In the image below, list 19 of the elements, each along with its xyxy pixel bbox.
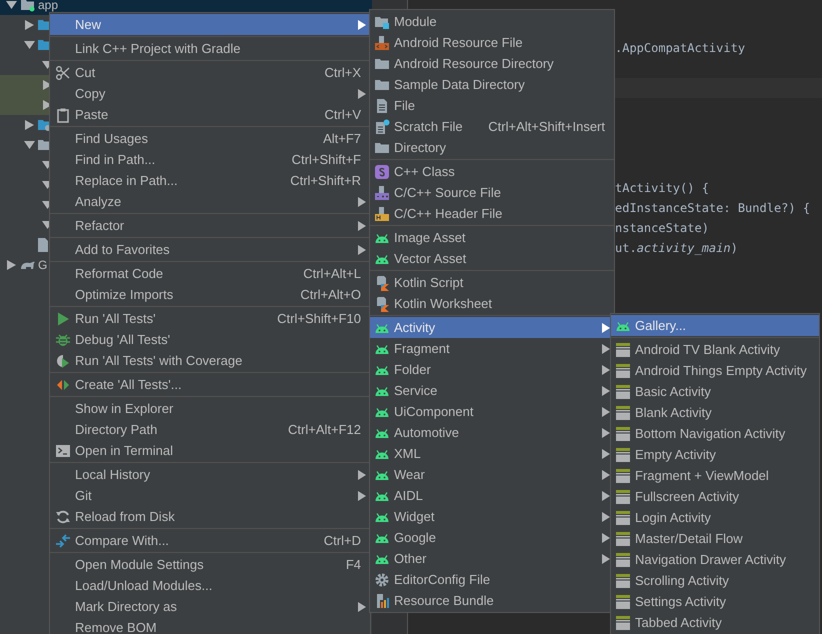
shortcut-label: Ctrl+Alt+F12 — [287, 420, 362, 439]
code-line: tActivity() { — [615, 180, 709, 197]
shortcut-label: Ctrl+Alt+L — [302, 264, 362, 283]
shortcut-label: Ctrl+Shift+R — [289, 172, 362, 190]
shortcut-label: Ctrl+Alt+O — [299, 286, 362, 304]
code-line: ut.activity_main) — [615, 240, 738, 257]
code-line: edInstanceState: Bundle?) { — [615, 200, 810, 217]
code-line: nstanceState) — [615, 220, 709, 237]
tree-label: G — [38, 257, 48, 274]
shortcut-label: Ctrl+V — [324, 106, 362, 124]
code-line: .AppCompatActivity — [615, 40, 746, 57]
shortcut-label: F4 — [344, 556, 362, 574]
shortcut-label: Alt+F7 — [322, 130, 362, 148]
shortcut-label: Ctrl+Shift+F10 — [276, 310, 362, 328]
tree-label: app — [38, 0, 58, 14]
shortcut-label: Ctrl+D — [322, 532, 362, 550]
shortcut-label: Ctrl+Shift+F — [290, 150, 362, 169]
shortcut-label: Ctrl+Alt+Shift+Insert — [487, 118, 606, 136]
shortcut-label: Ctrl+X — [324, 64, 362, 82]
